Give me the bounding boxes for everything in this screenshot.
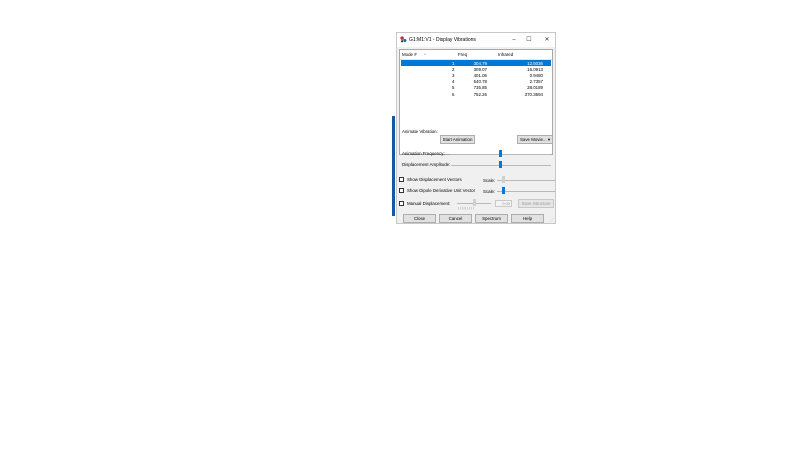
infrared-cell: 12.5036 xyxy=(527,60,543,66)
freq-cell: 304.79 xyxy=(473,60,487,66)
table-row[interactable]: 1 304.79 12.5036 xyxy=(401,60,551,66)
infrared-cell: 0.9480 xyxy=(529,72,543,78)
infrared-cell: 16.0913 xyxy=(527,66,543,72)
resize-grip-icon[interactable]: ⋰ xyxy=(550,217,554,222)
table-row[interactable]: 4 540.78 2.7357 xyxy=(401,79,551,85)
animation-frequency-label: Animation Frequency: xyxy=(402,151,445,156)
side-accent-bar xyxy=(392,116,395,216)
table-row[interactable]: 5 735.85 38.0189 xyxy=(401,85,551,91)
gaussview-app-icon xyxy=(400,36,407,43)
mode-cell: 1 xyxy=(452,60,455,66)
freq-cell: 735.85 xyxy=(473,85,487,91)
header-infrared[interactable]: Infrared xyxy=(498,52,513,57)
table-row[interactable]: 3 401.06 0.9480 xyxy=(401,72,551,78)
freq-cell: 540.78 xyxy=(473,79,487,85)
cancel-button[interactable]: Cancel xyxy=(439,214,472,223)
infrared-cell: 370.3594 xyxy=(524,91,543,97)
close-window-button[interactable]: ✕ xyxy=(542,35,552,45)
title-bar: G1:M1:V1 - Display Vibrations – ☐ ✕ xyxy=(397,33,555,47)
show-displacement-vectors-checkbox[interactable] xyxy=(399,177,404,182)
save-structure-button[interactable]: Save Structure xyxy=(518,199,554,208)
help-button[interactable]: Help xyxy=(511,214,544,223)
maximize-button[interactable]: ☐ xyxy=(524,35,534,45)
amplitude-slider-thumb[interactable] xyxy=(499,161,502,168)
displacement-amplitude-label: Displacement Amplitude: xyxy=(402,162,451,167)
displacement-scale-track[interactable] xyxy=(497,180,555,181)
start-animation-button[interactable]: Start Animation xyxy=(440,135,475,144)
frequency-slider-thumb[interactable] xyxy=(499,150,502,157)
mode-cell: 5 xyxy=(452,85,455,91)
manual-displacement-checkbox[interactable] xyxy=(399,201,404,206)
infrared-cell: 2.7357 xyxy=(529,79,543,85)
freq-cell: 401.06 xyxy=(473,72,487,78)
show-dipole-derivative-checkbox[interactable] xyxy=(399,188,404,193)
table-row[interactable]: 6 752.26 370.3594 xyxy=(401,91,551,97)
mode-cell: 3 xyxy=(452,72,455,78)
save-movie-label: Save Movie... xyxy=(519,137,547,142)
manual-displacement-label: Manual Displacement: xyxy=(407,201,451,206)
displacement-scale-thumb[interactable] xyxy=(502,176,505,183)
freq-cell: 752.26 xyxy=(473,91,487,97)
displacement-scale-label: Scale: xyxy=(483,178,496,183)
table-row[interactable]: 2 309.07 16.0913 xyxy=(401,66,551,72)
header-freq[interactable]: Freq xyxy=(458,52,467,57)
mode-cell: 4 xyxy=(452,79,455,85)
table-header: Mode # ^ Freq Infrared xyxy=(400,50,552,60)
dipole-scale-track[interactable] xyxy=(497,191,555,192)
minimize-button[interactable]: – xyxy=(509,35,519,45)
sort-ascending-icon: ^ xyxy=(424,52,426,57)
display-vibrations-dialog: G1:M1:V1 - Display Vibrations – ☐ ✕ Mode… xyxy=(396,32,556,224)
infrared-cell: 38.0189 xyxy=(527,85,543,91)
dipole-scale-thumb[interactable] xyxy=(502,187,505,194)
freq-cell: 309.07 xyxy=(473,66,487,72)
close-button[interactable]: Close xyxy=(403,214,436,223)
show-dipole-derivative-label: Show Dipole Derivative Unit Vector xyxy=(407,188,476,193)
spectrum-button[interactable]: Spectrum xyxy=(475,214,508,223)
header-mode[interactable]: Mode # xyxy=(402,52,417,57)
window-title: G1:M1:V1 - Display Vibrations xyxy=(409,37,476,43)
mode-cell: 2 xyxy=(452,66,455,72)
manual-displacement-ticks: ||||||||| xyxy=(458,206,475,210)
mode-cell: 6 xyxy=(452,91,455,97)
manual-displacement-value[interactable]: 0.00 xyxy=(495,200,512,207)
show-displacement-vectors-label: Show Displacement Vectors xyxy=(407,177,462,182)
dropdown-arrow-icon: ▾ xyxy=(547,137,551,142)
manual-displacement-thumb[interactable] xyxy=(473,199,476,206)
save-movie-button[interactable]: Save Movie... ▾ xyxy=(517,135,553,144)
dipole-scale-label: Scale: xyxy=(483,189,496,194)
animate-vibration-label: Animate Vibration: xyxy=(402,129,438,134)
